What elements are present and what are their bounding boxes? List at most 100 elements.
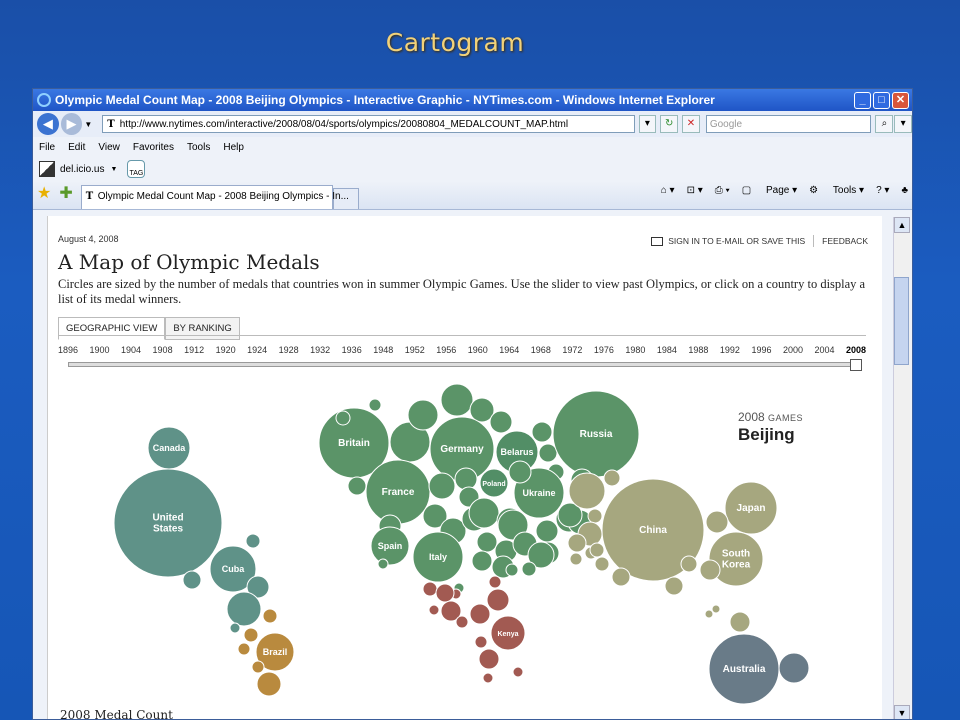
country-circle-6[interactable]: [226, 591, 262, 627]
slider-handle[interactable]: [850, 359, 862, 371]
year-label-1936[interactable]: 1936: [342, 345, 362, 355]
year-label-1952[interactable]: 1952: [405, 345, 425, 355]
country-circle-13[interactable]: [256, 671, 282, 697]
country-circle-15[interactable]: [368, 398, 382, 412]
country-bubble[interactable]: [237, 642, 251, 656]
country-poland[interactable]: Poland: [479, 468, 509, 498]
tab-geographic-view[interactable]: GEOGRAPHIC VIEW: [58, 317, 166, 340]
country-bubble[interactable]: [729, 611, 751, 633]
vertical-scrollbar[interactable]: ▲ ▼: [893, 217, 910, 719]
country-bubble[interactable]: [471, 550, 493, 572]
country-bubble[interactable]: [243, 627, 259, 643]
country-spain[interactable]: Spain: [370, 526, 410, 566]
country-circle-33[interactable]: [508, 460, 532, 484]
address-dropdown-icon[interactable]: ▾: [638, 115, 657, 133]
country-bubble[interactable]: [428, 604, 440, 616]
year-label-1988[interactable]: 1988: [688, 345, 708, 355]
year-label-1900[interactable]: 1900: [90, 345, 110, 355]
scroll-down-icon[interactable]: ▼: [894, 705, 910, 719]
country-bubble[interactable]: [567, 533, 587, 553]
country-bubble[interactable]: [568, 472, 606, 510]
country-circle-18[interactable]: [407, 399, 439, 431]
country-bubble[interactable]: [440, 383, 474, 417]
country-bubble[interactable]: [538, 443, 558, 463]
country-united-states[interactable]: UnitedStates: [113, 468, 223, 578]
country-russia[interactable]: Russia: [552, 390, 640, 478]
country-circle-81[interactable]: [589, 542, 605, 558]
scroll-thumb[interactable]: [894, 277, 909, 365]
country-circle-94[interactable]: [729, 611, 751, 633]
year-label-1964[interactable]: 1964: [499, 345, 519, 355]
country-circle-92[interactable]: [711, 604, 721, 614]
menu-edit[interactable]: Edit: [68, 142, 85, 153]
country-circle-73[interactable]: [512, 666, 524, 678]
research-icon[interactable]: ♣: [901, 185, 908, 196]
country-circle-19[interactable]: [440, 383, 474, 417]
country-circle-67[interactable]: [488, 575, 502, 589]
home-icon[interactable]: ⌂ ▾: [661, 185, 675, 196]
year-label-1992[interactable]: 1992: [720, 345, 740, 355]
country-bubble[interactable]: [711, 604, 721, 614]
page-menu[interactable]: ▢ Page ▾: [742, 185, 797, 196]
year-label-1980[interactable]: 1980: [625, 345, 645, 355]
year-label-1984[interactable]: 1984: [657, 345, 677, 355]
country-france[interactable]: France: [365, 459, 431, 525]
country-circle-38[interactable]: [468, 497, 500, 529]
scroll-up-icon[interactable]: ▲: [894, 217, 910, 233]
help-icon[interactable]: ? ▾: [876, 185, 889, 196]
country-bubble[interactable]: [488, 575, 502, 589]
year-label-1968[interactable]: 1968: [531, 345, 551, 355]
country-circle-75[interactable]: [568, 472, 606, 510]
country-circle-30[interactable]: [454, 467, 478, 491]
country-bubble[interactable]: [699, 559, 721, 581]
print-icon[interactable]: ⎙ ▾: [715, 185, 730, 196]
refresh-icon[interactable]: ↻: [660, 115, 679, 133]
country-bubble[interactable]: [468, 497, 500, 529]
year-label-1960[interactable]: 1960: [468, 345, 488, 355]
feedback-link[interactable]: FEEDBACK: [822, 236, 868, 246]
country-bubble[interactable]: [474, 635, 488, 649]
country-circle-91[interactable]: [594, 556, 610, 572]
country-circle-24[interactable]: [531, 421, 553, 443]
country-australia[interactable]: Australia: [708, 633, 780, 705]
country-circle-88[interactable]: [680, 555, 698, 573]
country-bubble[interactable]: [182, 570, 202, 590]
menu-view[interactable]: View: [98, 142, 120, 153]
country-bubble[interactable]: [435, 583, 455, 603]
country-kenya[interactable]: Kenya: [490, 615, 526, 651]
window-titlebar[interactable]: Olympic Medal Count Map - 2008 Beijing O…: [33, 89, 912, 111]
country-italy[interactable]: Italy: [412, 531, 464, 583]
country-circle-65[interactable]: [428, 604, 440, 616]
country-circle-10[interactable]: [237, 642, 251, 656]
country-bubble[interactable]: [229, 622, 241, 634]
country-circle-16[interactable]: [335, 410, 351, 426]
delicious-dropdown-icon[interactable]: ▼: [110, 166, 117, 173]
country-bubble[interactable]: [482, 672, 494, 684]
add-favorites-icon[interactable]: ✚: [59, 183, 72, 203]
country-bubble[interactable]: [407, 399, 439, 431]
country-bubble[interactable]: [256, 671, 282, 697]
country-circle-3[interactable]: [245, 533, 261, 549]
country-bubble[interactable]: [569, 552, 583, 566]
country-circle-89[interactable]: [664, 576, 684, 596]
forward-button[interactable]: ▶: [60, 113, 83, 135]
country-bubble[interactable]: [454, 467, 478, 491]
country-bubble[interactable]: [594, 556, 610, 572]
search-input[interactable]: Google: [705, 115, 872, 133]
year-label-1948[interactable]: 1948: [373, 345, 393, 355]
country-circle-90[interactable]: [611, 567, 631, 587]
year-label-1920[interactable]: 1920: [216, 345, 236, 355]
year-label-2000[interactable]: 2000: [783, 345, 803, 355]
country-bubble[interactable]: [251, 660, 265, 674]
country-circle-74[interactable]: [482, 672, 494, 684]
country-bubble[interactable]: [226, 591, 262, 627]
country-circle-96[interactable]: [778, 652, 810, 684]
year-label-1956[interactable]: 1956: [436, 345, 456, 355]
country-circle-56[interactable]: [377, 558, 389, 570]
country-bubble[interactable]: [589, 542, 605, 558]
country-circle-22[interactable]: [489, 410, 513, 434]
country-circle-77[interactable]: [587, 508, 603, 524]
country-circle-47[interactable]: [476, 531, 498, 553]
country-circle-9[interactable]: [243, 627, 259, 643]
year-label-2008[interactable]: 2008: [846, 345, 866, 355]
